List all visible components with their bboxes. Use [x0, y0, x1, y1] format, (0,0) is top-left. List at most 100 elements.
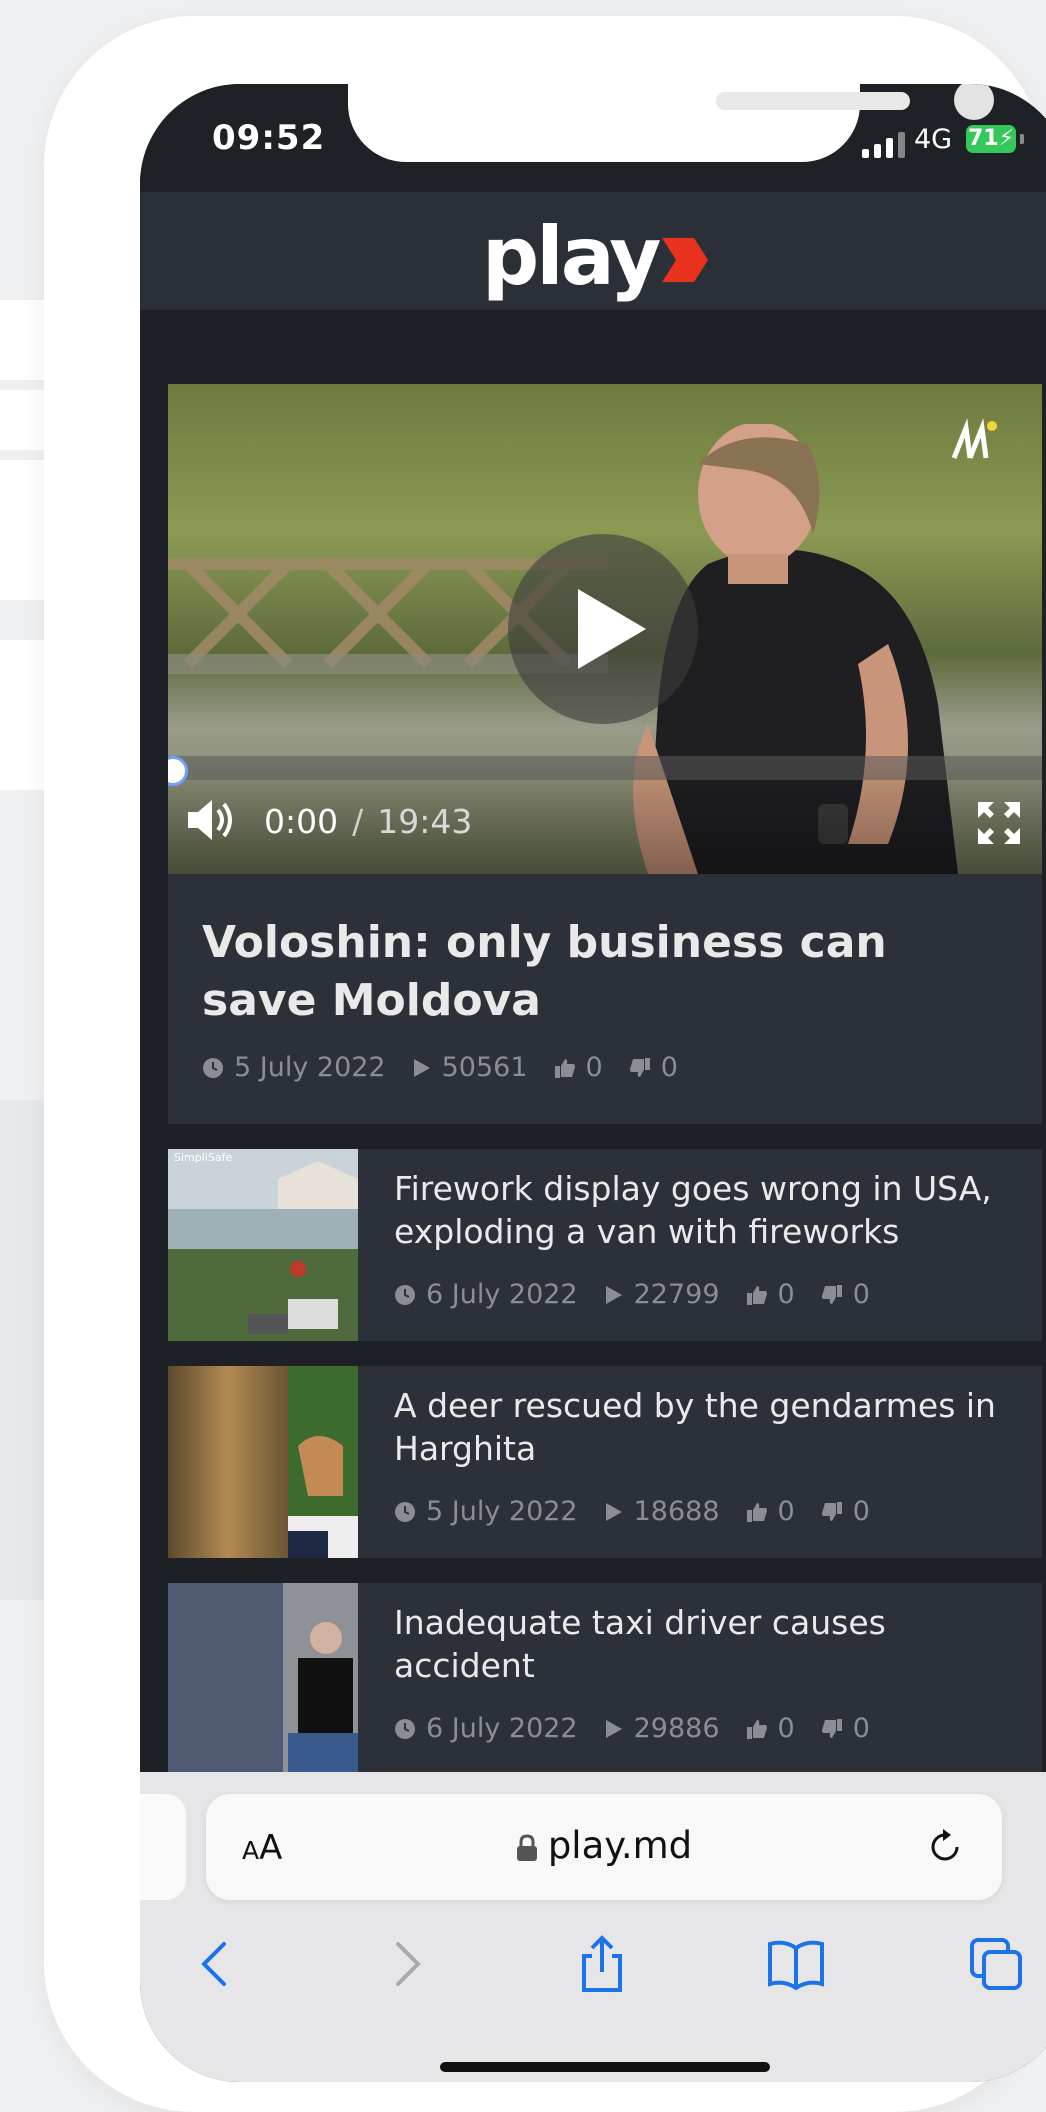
list-item[interactable]: SimpliSafe Firework display goes wrong i… — [168, 1149, 1042, 1341]
url-text: play.md — [547, 1824, 693, 1867]
thumbnail-watermark: SimpliSafe — [174, 1151, 233, 1164]
signal-icon — [862, 132, 905, 158]
duration: 19:43 — [377, 802, 473, 841]
clock-icon — [395, 1718, 415, 1739]
article-dislikes: 0 — [852, 1713, 870, 1744]
channel-logo-icon — [951, 418, 997, 459]
logo-text: play — [482, 210, 661, 303]
home-indicator[interactable] — [440, 2062, 770, 2072]
video-player[interactable]: 0:00 / 19:43 — [168, 384, 1042, 874]
video-progress-bar[interactable] — [168, 756, 1042, 786]
play-icon — [578, 589, 646, 669]
dislikes-item[interactable]: 0 — [821, 1279, 870, 1310]
article-meta: 6 July 2022 22799 0 0 — [394, 1279, 896, 1310]
featured-article[interactable]: Voloshin: only business can save Moldova… — [168, 874, 1042, 1124]
views-item: 29886 — [604, 1713, 720, 1744]
likes-item[interactable]: 0 — [554, 1052, 603, 1083]
address-bar[interactable]: AA play.md — [206, 1794, 1002, 1900]
featured-dislikes: 0 — [660, 1052, 678, 1083]
previous-tab-preview[interactable] — [140, 1794, 186, 1900]
lock-icon — [516, 1833, 537, 1861]
thumbs-up-icon — [746, 1285, 767, 1305]
views-icon — [605, 1719, 622, 1738]
article-likes: 0 — [777, 1496, 795, 1527]
article-date: 6 July 2022 — [426, 1279, 578, 1310]
thumbs-down-icon — [821, 1718, 842, 1738]
thumbs-up-icon — [554, 1058, 575, 1078]
article-meta: 5 July 2022 18688 0 0 — [394, 1496, 896, 1527]
video-time: 0:00 / 19:43 — [264, 802, 472, 841]
date-item: 5 July 2022 — [394, 1496, 578, 1527]
thumbnail-image — [168, 1149, 358, 1341]
network-type: 4G — [914, 124, 953, 155]
article-title[interactable]: A deer rescued by the gendarmes in Hargh… — [394, 1384, 1014, 1470]
article-thumbnail[interactable]: SimpliSafe — [168, 1149, 358, 1341]
list-item[interactable]: A deer rescued by the gendarmes in Hargh… — [168, 1366, 1042, 1558]
likes-item[interactable]: 0 — [746, 1496, 795, 1527]
clock-icon — [395, 1501, 415, 1522]
views-item: 50561 — [412, 1052, 528, 1083]
article-title[interactable]: Inadequate taxi driver causes accident — [394, 1601, 1014, 1687]
clock-icon — [203, 1057, 223, 1078]
phone-screen: 09:52 4G 71⚡ play 0:00 / 19:43 Voloshin:… — [140, 84, 1046, 2082]
volume-icon[interactable] — [184, 798, 238, 842]
article-thumbnail[interactable] — [168, 1366, 358, 1558]
article-meta: 6 July 2022 29886 0 0 — [394, 1713, 896, 1744]
likes-item[interactable]: 0 — [746, 1713, 795, 1744]
speaker — [716, 92, 910, 110]
article-thumbnail[interactable] — [168, 1583, 358, 1775]
featured-likes: 0 — [585, 1052, 603, 1083]
dislikes-item[interactable]: 0 — [821, 1713, 870, 1744]
date-item: 5 July 2022 — [202, 1052, 386, 1083]
date-item: 6 July 2022 — [394, 1713, 578, 1744]
thumbnail-image — [168, 1366, 358, 1558]
bookmarks-icon[interactable] — [766, 1934, 826, 1994]
phone-frame: 09:52 4G 71⚡ play 0:00 / 19:43 Voloshin:… — [44, 16, 1046, 2112]
date-item: 6 July 2022 — [394, 1279, 578, 1310]
article-dislikes: 0 — [852, 1279, 870, 1310]
fullscreen-icon[interactable] — [976, 800, 1022, 846]
thumbnail-image — [168, 1583, 358, 1775]
dislikes-item[interactable]: 0 — [821, 1496, 870, 1527]
featured-views: 50561 — [441, 1052, 528, 1083]
share-icon[interactable] — [572, 1934, 632, 1994]
tabs-icon[interactable] — [966, 1934, 1026, 1994]
play-button[interactable] — [508, 534, 698, 724]
article-views: 22799 — [633, 1279, 720, 1310]
forward-icon[interactable] — [376, 1934, 436, 1994]
views-icon — [605, 1502, 622, 1521]
battery-cap — [1020, 134, 1024, 144]
featured-title[interactable]: Voloshin: only business can save Moldova — [202, 914, 1002, 1030]
thumbs-up-icon — [746, 1719, 767, 1739]
article-date: 6 July 2022 — [426, 1713, 578, 1744]
likes-item[interactable]: 0 — [746, 1279, 795, 1310]
featured-date: 5 July 2022 — [234, 1052, 386, 1083]
dislikes-item[interactable]: 0 — [629, 1052, 678, 1083]
thumbs-down-icon — [629, 1057, 650, 1077]
article-date: 5 July 2022 — [426, 1496, 578, 1527]
time-separator: / — [352, 802, 364, 841]
clock-icon — [395, 1284, 415, 1305]
views-item: 18688 — [604, 1496, 720, 1527]
article-likes: 0 — [777, 1279, 795, 1310]
article-likes: 0 — [777, 1713, 795, 1744]
views-icon — [413, 1058, 430, 1077]
back-icon[interactable] — [186, 1934, 246, 1994]
thumbs-down-icon — [821, 1284, 842, 1304]
views-icon — [605, 1285, 622, 1304]
article-title[interactable]: Firework display goes wrong in USA, expl… — [394, 1167, 1014, 1253]
thumbs-up-icon — [746, 1502, 767, 1522]
logo-arrow-icon — [662, 238, 709, 282]
notch — [348, 84, 994, 162]
battery-level: 71 — [967, 126, 999, 151]
status-bar: 09:52 4G 71⚡ — [140, 84, 1046, 192]
article-dislikes: 0 — [852, 1496, 870, 1527]
list-item[interactable]: Inadequate taxi driver causes accident 6… — [168, 1583, 1042, 1775]
play-logo[interactable]: play — [482, 212, 710, 302]
url-display[interactable]: play.md — [206, 1824, 1002, 1867]
article-views: 29886 — [633, 1713, 720, 1744]
article-views: 18688 — [633, 1496, 720, 1527]
thumbs-down-icon — [821, 1501, 842, 1521]
reload-icon[interactable] — [924, 1826, 966, 1868]
camera — [954, 84, 994, 120]
